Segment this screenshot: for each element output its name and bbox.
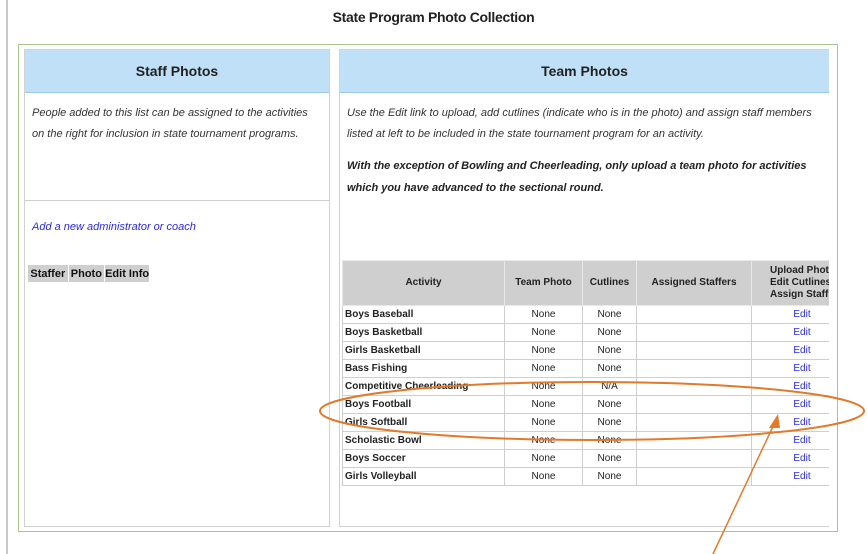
team-table: Activity Team Photo Cutlines Assigned St…	[342, 260, 829, 486]
assigned-staffers-cell	[636, 395, 752, 414]
team-photo-cell: None	[504, 395, 583, 414]
assigned-staffers-cell	[636, 377, 752, 396]
team-photo-cell: None	[504, 449, 583, 468]
page-title: State Program Photo Collection	[332, 9, 535, 25]
team-col-upload-line-3: Assign Staff	[770, 289, 829, 300]
assigned-staffers-cell	[636, 449, 752, 468]
table-row: Girls Softball None None Edit	[342, 413, 829, 432]
activity-cell: Scholastic Bowl	[342, 431, 505, 450]
staff-table: Staffer Photo Edit Info	[28, 265, 151, 282]
cutlines-cell: None	[582, 467, 637, 486]
table-row: Girls Volleyball None None Edit	[342, 467, 829, 486]
team-photos-header: Team Photos	[340, 50, 829, 93]
staff-description-box: People added to this list can be assigne…	[25, 93, 329, 201]
activity-cell: Boys Basketball	[342, 323, 505, 342]
table-row: Competitive Cheerleading None N/A Edit	[342, 377, 829, 396]
table-row: Boys Soccer None None Edit	[342, 449, 829, 468]
activity-cell: Boys Baseball	[342, 305, 505, 324]
cutlines-cell: None	[582, 305, 637, 324]
edit-link[interactable]: Edit	[751, 341, 829, 360]
cutlines-cell: None	[582, 431, 637, 450]
edit-link[interactable]: Edit	[751, 377, 829, 396]
team-photo-cell: None	[504, 323, 583, 342]
edit-link[interactable]: Edit	[751, 305, 829, 324]
activity-cell: Boys Soccer	[342, 449, 505, 468]
team-photo-cell: None	[504, 413, 583, 432]
team-photo-cell: None	[504, 431, 583, 450]
edit-link[interactable]: Edit	[751, 359, 829, 378]
cutlines-cell: None	[582, 449, 637, 468]
assigned-staffers-cell	[636, 359, 752, 378]
edit-link[interactable]: Edit	[751, 431, 829, 450]
edit-link[interactable]: Edit	[751, 467, 829, 486]
table-row: Bass Fishing None None Edit	[342, 359, 829, 378]
table-row: Scholastic Bowl None None Edit	[342, 431, 829, 450]
activity-cell: Girls Basketball	[342, 341, 505, 360]
staff-col-staffer: Staffer	[28, 265, 69, 282]
team-rows: Boys Baseball None None Edit Boys Basketball…	[342, 305, 829, 486]
team-description: Use the Edit link to upload, add cutline…	[347, 107, 812, 140]
edit-link[interactable]: Edit	[751, 449, 829, 468]
team-col-upload-line-1: Upload Photo	[770, 265, 829, 276]
team-notice-line-2: which you have advanced to the sectional…	[347, 182, 604, 194]
left-border	[6, 0, 8, 554]
activity-cell: Competitive Cheerleading	[342, 377, 505, 396]
cutlines-cell: None	[582, 413, 637, 432]
activity-cell: Girls Softball	[342, 413, 505, 432]
team-photo-cell: None	[504, 359, 583, 378]
team-col-cutlines: Cutlines	[582, 260, 637, 306]
team-photo-cell: None	[504, 341, 583, 360]
cutlines-cell: None	[582, 323, 637, 342]
team-col-team-photo: Team Photo	[504, 260, 583, 306]
cutlines-cell: None	[582, 341, 637, 360]
team-photo-cell: None	[504, 467, 583, 486]
activity-cell: Girls Volleyball	[342, 467, 505, 486]
activity-cell: Boys Football	[342, 395, 505, 414]
staff-photos-header: Staff Photos	[25, 50, 329, 93]
assigned-staffers-cell	[636, 467, 752, 486]
edit-link[interactable]: Edit	[751, 413, 829, 432]
team-col-activity: Activity	[342, 260, 505, 306]
table-row: Boys Football None None Edit	[342, 395, 829, 414]
staff-col-edit-info: Edit Info	[104, 265, 151, 282]
assigned-staffers-cell	[636, 323, 752, 342]
team-col-upload-line-2: Edit Cutlines	[770, 277, 829, 288]
assigned-staffers-cell	[636, 431, 752, 450]
assigned-staffers-cell	[636, 413, 752, 432]
team-photo-cell: None	[504, 377, 583, 396]
assigned-staffers-cell	[636, 341, 752, 360]
edit-link[interactable]: Edit	[751, 323, 829, 342]
team-col-upload: Upload Photo Edit Cutlines Assign Staff	[751, 260, 829, 306]
team-photos-panel: Team Photos Use the Edit link to upload,…	[339, 49, 829, 527]
assigned-staffers-cell	[636, 305, 752, 324]
edit-link[interactable]: Edit	[751, 395, 829, 414]
table-row: Boys Basketball None None Edit	[342, 323, 829, 342]
staff-photos-panel: Staff Photos People added to this list c…	[24, 49, 330, 527]
team-photo-cell: None	[504, 305, 583, 324]
add-administrator-link[interactable]: Add a new administrator or coach	[32, 221, 329, 233]
cutlines-cell: N/A	[582, 377, 637, 396]
team-col-assigned-staffers: Assigned Staffers	[636, 260, 752, 306]
cutlines-cell: None	[582, 359, 637, 378]
cutlines-cell: None	[582, 395, 637, 414]
staff-description: People added to this list can be assigne…	[32, 107, 308, 140]
table-row: Boys Baseball None None Edit	[342, 305, 829, 324]
team-notice-line-1: With the exception of Bowling and Cheerl…	[347, 160, 807, 172]
team-notice: With the exception of Bowling and Cheerl…	[340, 145, 829, 199]
staff-col-photo: Photo	[68, 265, 106, 282]
activity-cell: Bass Fishing	[342, 359, 505, 378]
table-row: Girls Basketball None None Edit	[342, 341, 829, 360]
